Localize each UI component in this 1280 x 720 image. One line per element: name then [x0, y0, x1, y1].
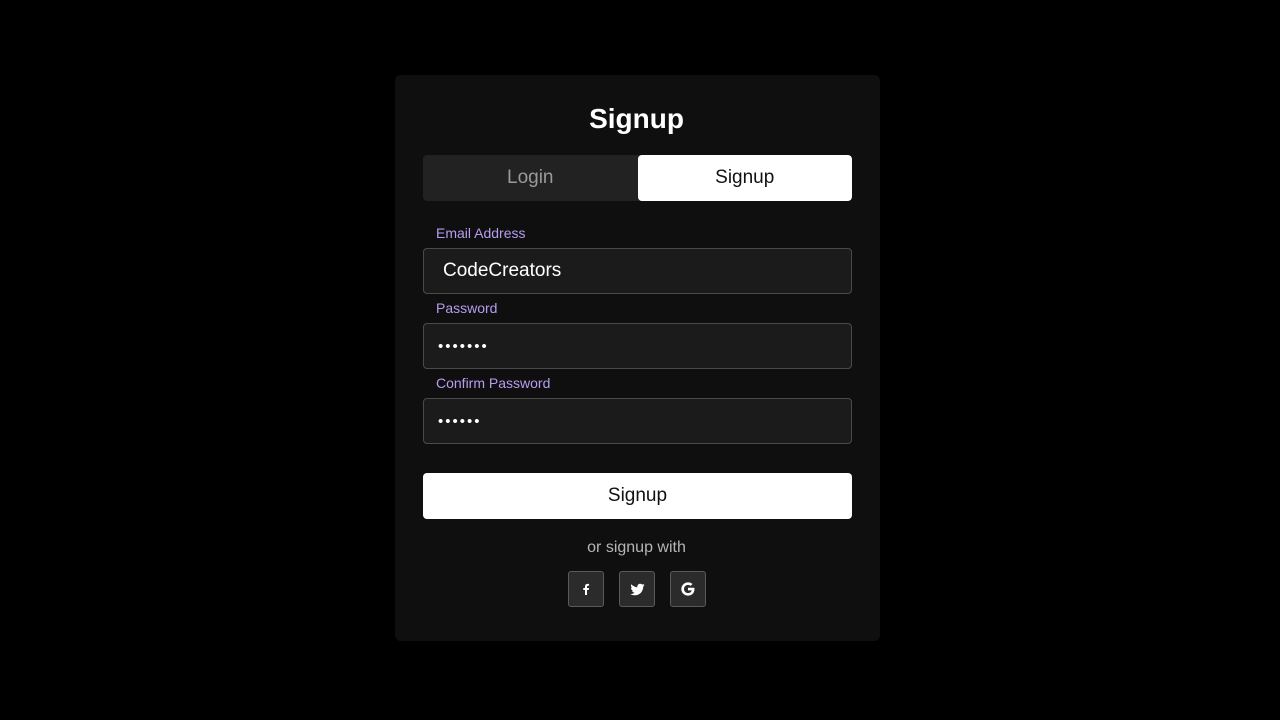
google-icon	[680, 581, 696, 597]
google-button[interactable]	[670, 571, 706, 607]
confirm-password-value: ••••••	[438, 412, 482, 430]
facebook-icon	[578, 581, 594, 597]
confirm-password-field[interactable]: ••••••	[423, 398, 852, 444]
twitter-icon	[629, 581, 646, 598]
facebook-button[interactable]	[568, 571, 604, 607]
page-title: Signup	[589, 103, 684, 134]
email-field[interactable]: CodeCreators	[423, 248, 852, 294]
alt-signup-text: or signup with	[587, 539, 686, 556]
password-value: •••••••	[438, 337, 489, 355]
confirm-password-label: Confirm Password	[436, 375, 551, 391]
twitter-button[interactable]	[619, 571, 655, 607]
tab-signup[interactable]: Signup	[637, 155, 852, 201]
auth-tabs: Login Signup	[423, 155, 852, 201]
email-value: CodeCreators	[443, 260, 562, 281]
password-label: Password	[436, 300, 498, 316]
email-label: Email Address	[436, 225, 526, 241]
signup-button[interactable]: Signup	[423, 473, 852, 519]
tab-login[interactable]: Login	[423, 155, 638, 201]
password-field[interactable]: •••••••	[423, 323, 852, 369]
